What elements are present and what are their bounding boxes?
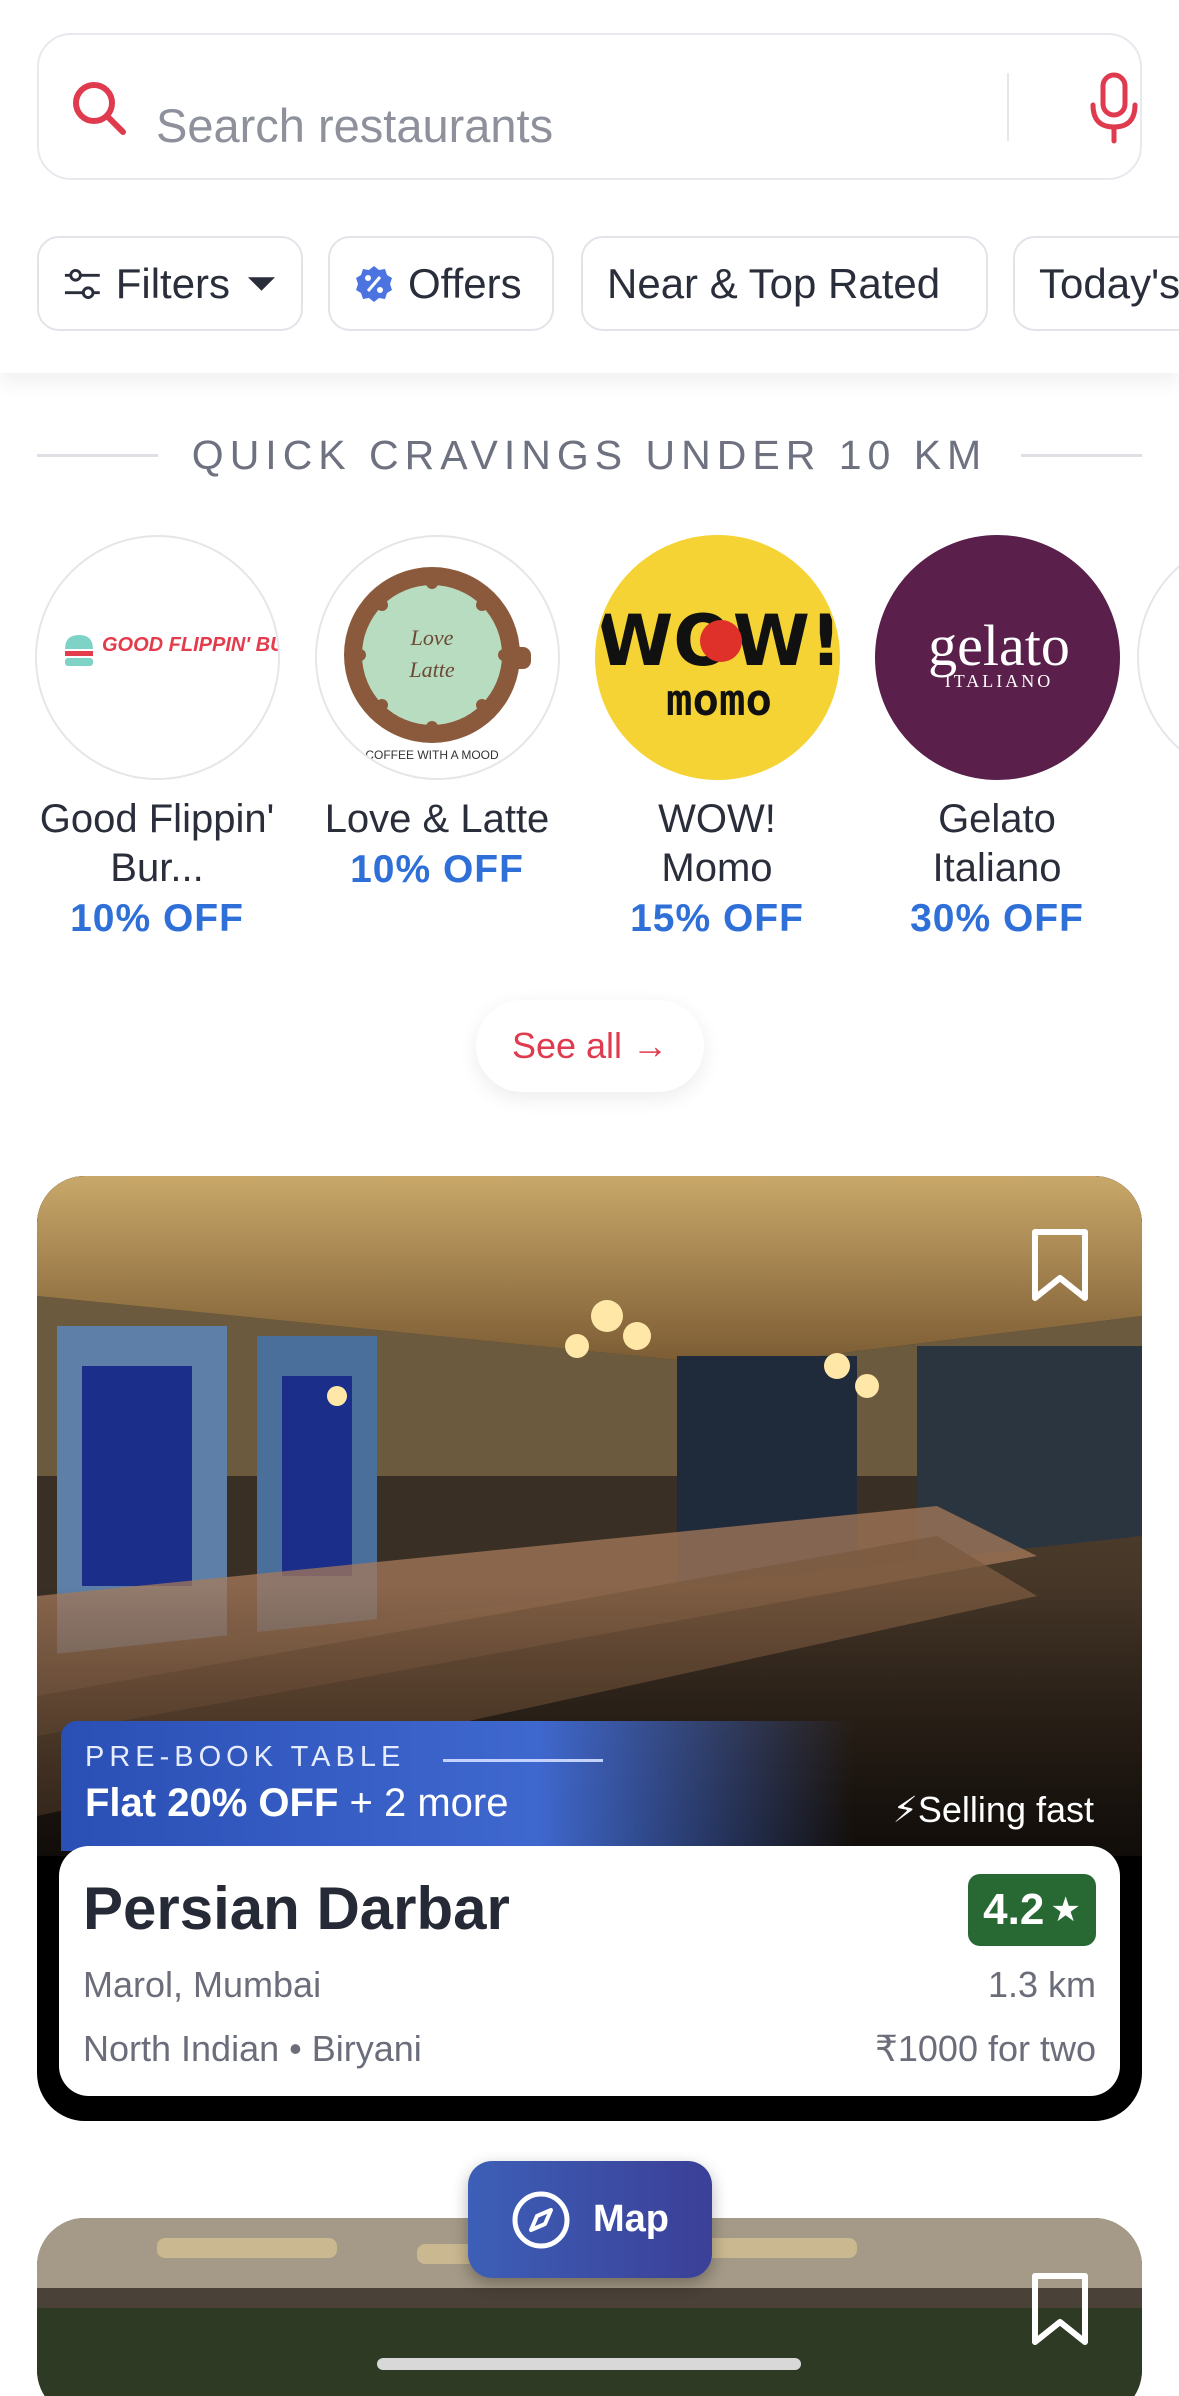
restaurant-name: Good Flippin' Bur... — [39, 797, 275, 890]
restaurant-name: Love & Latte — [324, 797, 550, 841]
craving-item[interactable]: Love Latte COFFEE WITH A MOOD Love & Lat… — [297, 535, 577, 896]
svg-text:momo: momo — [666, 675, 772, 726]
restaurant-logo: GOOD FLIPPIN' BURGERS — [34, 535, 280, 780]
offer-text: 10% OFF — [350, 848, 524, 891]
map-label: Map — [593, 2198, 669, 2240]
svg-text:Love: Love — [409, 625, 453, 650]
see-all-button[interactable]: See all → — [476, 1000, 704, 1092]
restaurant-location: Marol, Mumbai — [83, 1964, 322, 2005]
selling-fast-badge: ⚡Selling fast — [892, 1789, 1094, 1830]
svg-text:Latte: Latte — [408, 657, 454, 682]
promo-line — [443, 1759, 603, 1762]
todays-label: Today's — [1039, 259, 1179, 307]
header: Filters Offers Near & Top Rated Today's — [0, 0, 1179, 373]
restaurant-price: ₹1000 for two — [874, 2028, 1096, 2069]
near-top-rated-chip[interactable]: Near & Top Rated — [581, 236, 988, 331]
home-indicator[interactable] — [377, 2358, 801, 2370]
restaurant-logo: Love Latte COFFEE WITH A MOOD — [314, 535, 560, 780]
search-bar[interactable] — [37, 33, 1142, 180]
restaurant-logo — [1137, 535, 1179, 780]
section-title: QUICK CRAVINGS UNDER 10 KM — [191, 431, 988, 478]
restaurant-name: Persian Darbar — [83, 1875, 510, 1942]
search-divider — [1007, 73, 1009, 141]
search-icon — [73, 82, 126, 135]
restaurant-cuisines: North Indian • Biryani — [83, 2028, 422, 2069]
restaurant-info: Persian Darbar 4.2 ★ Marol, Mumbai 1.3 k… — [59, 1846, 1120, 2096]
craving-item[interactable] — [1137, 535, 1179, 780]
near-top-rated-label: Near & Top Rated — [607, 259, 941, 307]
restaurant-name: WOW! Momo — [658, 797, 776, 890]
bookmark-icon[interactable] — [1031, 2272, 1089, 2346]
divider-line — [1021, 453, 1142, 457]
map-button[interactable]: Map — [468, 2161, 712, 2278]
divider-line — [37, 453, 158, 457]
star-icon: ★ — [1050, 1891, 1081, 1929]
restaurant-name: Gelato Italiano — [932, 797, 1062, 890]
svg-text:ITALIANO: ITALIANO — [944, 671, 1053, 691]
craving-item[interactable]: gelato ITALIANO Gelato Italiano 30% OFF — [857, 535, 1137, 945]
microphone-icon[interactable] — [1079, 71, 1149, 145]
promo-banner: PRE-BOOK TABLE Flat 20% OFF + 2 more ⚡Se… — [61, 1721, 1118, 1851]
craving-item[interactable]: WOW! momo WOW! Momo 15% OFF — [577, 535, 857, 945]
svg-text:gelato: gelato — [928, 613, 1070, 678]
compass-icon — [512, 2191, 570, 2248]
rating-badge: 4.2 ★ — [968, 1874, 1096, 1946]
restaurant-logo: gelato ITALIANO — [874, 535, 1120, 780]
offer-text: 30% OFF — [910, 897, 1084, 940]
todays-chip[interactable]: Today's — [1013, 236, 1179, 331]
search-input[interactable] — [156, 75, 1006, 175]
logo-text: GOOD FLIPPIN' BURGERS — [102, 634, 280, 656]
offer-text: 15% OFF — [630, 897, 804, 940]
filters-chip[interactable]: Filters — [37, 236, 303, 331]
svg-text:COFFEE WITH A MOOD: COFFEE WITH A MOOD — [365, 748, 499, 762]
filter-chips: Filters Offers Near & Top Rated Today's — [37, 236, 1179, 331]
discount-badge-icon — [356, 265, 392, 302]
section-header: QUICK CRAVINGS UNDER 10 KM — [37, 425, 1142, 485]
restaurant-logo: WOW! momo — [594, 535, 840, 780]
craving-item[interactable]: GOOD FLIPPIN' BURGERS Good Flippin' Bur.… — [17, 535, 297, 945]
filters-label: Filters — [115, 259, 231, 307]
promo-offer: Flat 20% OFF + 2 more — [85, 1781, 509, 1825]
restaurant-card[interactable]: PRE-BOOK TABLE Flat 20% OFF + 2 more ⚡Se… — [37, 1176, 1142, 2121]
promo-label: PRE-BOOK TABLE — [85, 1741, 406, 1773]
restaurant-distance: 1.3 km — [987, 1964, 1096, 2005]
offers-chip[interactable]: Offers — [328, 236, 554, 331]
caret-down-icon — [247, 276, 276, 291]
offers-label: Offers — [408, 259, 522, 307]
bookmark-icon[interactable] — [1031, 1228, 1089, 1302]
cravings-carousel: GOOD FLIPPIN' BURGERS Good Flippin' Bur.… — [0, 535, 1179, 955]
sliders-icon — [64, 268, 100, 299]
offer-text: 10% OFF — [70, 897, 244, 940]
